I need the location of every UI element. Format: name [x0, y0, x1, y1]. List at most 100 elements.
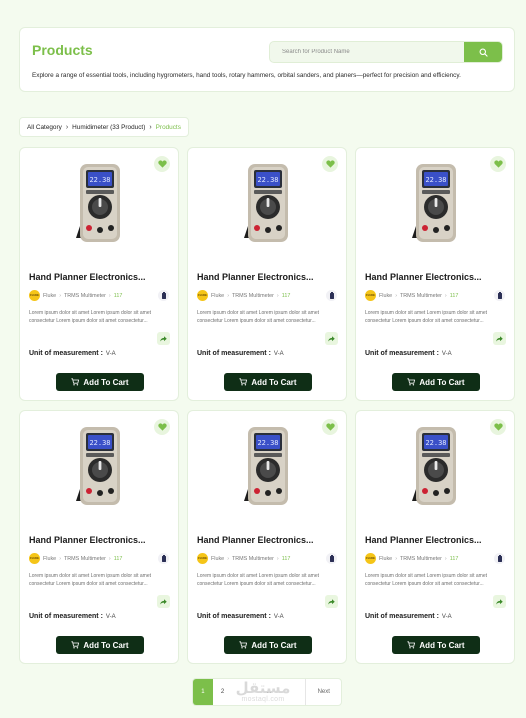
product-meta: FLUKE Fluke › TRMS Multimeter › 117 — [197, 553, 290, 564]
unit-of-measurement: Unit of measurement : V-A — [365, 613, 452, 620]
battery-icon — [494, 290, 505, 301]
favorite-button[interactable] — [322, 156, 338, 172]
breadcrumb-item-all-category[interactable]: All Category — [27, 124, 62, 131]
product-title[interactable]: Hand Planner Electronics... — [29, 272, 146, 282]
product-title[interactable]: Hand Planner Electronics... — [29, 535, 146, 545]
share-button[interactable] — [157, 595, 170, 608]
unit-of-measurement: Unit of measurement : V-A — [197, 613, 284, 620]
next-page-button[interactable]: Next — [305, 679, 341, 705]
product-meta: FLUKE Fluke › TRMS Multimeter › 117 — [29, 553, 122, 564]
product-brand: Fluke — [43, 292, 57, 299]
product-title[interactable]: Hand Planner Electronics... — [365, 535, 482, 545]
svg-text:22.38: 22.38 — [425, 176, 446, 184]
product-card[interactable]: 22.38 Hand Planner Electronics... FLUKE … — [355, 410, 515, 664]
favorite-button[interactable] — [322, 419, 338, 435]
add-to-cart-button[interactable]: Add To Cart — [224, 636, 312, 654]
fluke-logo: FLUKE — [365, 290, 376, 301]
svg-text:22.38: 22.38 — [89, 176, 110, 184]
uom-value: V-A — [273, 351, 284, 357]
product-title[interactable]: Hand Planner Electronics... — [197, 535, 314, 545]
uom-value: V-A — [441, 351, 452, 357]
share-button[interactable] — [157, 332, 170, 345]
add-to-cart-label: Add To Cart — [419, 377, 465, 387]
favorite-button[interactable] — [490, 156, 506, 172]
share-icon — [328, 598, 335, 604]
product-description: Lorem ipsum dolor sit amet Lorem ipsum d… — [29, 310, 151, 324]
fluke-logo: FLUKE — [197, 290, 208, 301]
breadcrumb: All Category › Humidimeter (33 Product) … — [19, 117, 189, 137]
chevron-right-icon: › — [149, 123, 152, 131]
share-button[interactable] — [493, 332, 506, 345]
share-button[interactable] — [325, 595, 338, 608]
chevron-right-icon: › — [227, 292, 229, 299]
favorite-button[interactable] — [154, 156, 170, 172]
product-card[interactable]: 22.38 Hand Planner Electronics... FLUKE … — [187, 147, 347, 401]
share-button[interactable] — [325, 332, 338, 345]
add-to-cart-button[interactable]: Add To Cart — [56, 373, 144, 391]
product-card[interactable]: 22.38 Hand Planner Electronics... FLUKE … — [355, 147, 515, 401]
cart-icon — [239, 641, 248, 649]
search-bar — [269, 41, 503, 63]
favorite-button[interactable] — [154, 419, 170, 435]
heart-icon — [157, 160, 167, 168]
favorite-button[interactable] — [490, 419, 506, 435]
product-title[interactable]: Hand Planner Electronics... — [365, 272, 482, 282]
chevron-right-icon: › — [59, 555, 61, 562]
product-brand: Fluke — [43, 555, 57, 562]
product-model: 117 — [449, 555, 459, 562]
page-2-button[interactable]: 2 — [213, 679, 233, 705]
fluke-logo: FLUKE — [197, 553, 208, 564]
uom-label: Unit of measurement : — [29, 350, 103, 357]
product-image[interactable]: 22.38 — [406, 425, 466, 507]
product-brand: Fluke — [211, 555, 225, 562]
add-to-cart-label: Add To Cart — [419, 640, 465, 650]
product-image[interactable]: 22.38 — [238, 425, 298, 507]
search-input[interactable] — [270, 42, 464, 62]
share-icon — [496, 335, 503, 341]
chevron-right-icon: › — [444, 555, 447, 562]
product-description: Lorem ipsum dolor sit amet Lorem ipsum d… — [197, 573, 319, 587]
svg-text:22.38: 22.38 — [257, 439, 278, 447]
product-image[interactable]: 22.38 — [406, 162, 466, 244]
product-description: Lorem ipsum dolor sit amet Lorem ipsum d… — [365, 310, 487, 324]
fluke-logo: FLUKE — [29, 553, 40, 564]
share-icon — [160, 598, 167, 604]
pagination: 1 2 ... Next — [192, 678, 342, 706]
share-icon — [328, 335, 335, 341]
battery-icon — [326, 290, 337, 301]
breadcrumb-item-humidimeter[interactable]: Humidimeter (33 Product) — [72, 124, 145, 131]
chevron-right-icon: › — [395, 555, 397, 562]
product-card[interactable]: 22.38 Hand Planner Electronics... FLUKE … — [19, 147, 179, 401]
product-category: TRMS Multimeter — [63, 292, 106, 299]
product-category: TRMS Multimeter — [399, 555, 442, 562]
heart-icon — [493, 160, 503, 168]
fluke-logo: FLUKE — [365, 553, 376, 564]
page-1-button[interactable]: 1 — [193, 679, 213, 705]
product-meta: FLUKE Fluke › TRMS Multimeter › 117 — [29, 290, 122, 301]
add-to-cart-button[interactable]: Add To Cart — [392, 636, 480, 654]
product-card[interactable]: 22.38 Hand Planner Electronics... FLUKE … — [187, 410, 347, 664]
product-description: Lorem ipsum dolor sit amet Lorem ipsum d… — [197, 310, 319, 324]
add-to-cart-button[interactable]: Add To Cart — [56, 636, 144, 654]
uom-label: Unit of measurement : — [365, 350, 439, 357]
add-to-cart-button[interactable]: Add To Cart — [392, 373, 480, 391]
product-card[interactable]: 22.38 Hand Planner Electronics... FLUKE … — [19, 410, 179, 664]
product-meta: FLUKE Fluke › TRMS Multimeter › 117 — [365, 290, 458, 301]
product-image[interactable]: 22.38 — [70, 425, 130, 507]
page-description: Explore a range of essential tools, incl… — [32, 72, 461, 79]
product-image[interactable]: 22.38 — [238, 162, 298, 244]
add-to-cart-button[interactable]: Add To Cart — [224, 373, 312, 391]
battery-icon — [158, 290, 169, 301]
page-header: Products Explore a range of essential to… — [19, 27, 515, 92]
uom-value: V-A — [105, 351, 116, 357]
heart-icon — [325, 160, 335, 168]
search-button[interactable] — [464, 42, 502, 62]
add-to-cart-label: Add To Cart — [251, 377, 297, 387]
chevron-right-icon: › — [276, 555, 279, 562]
product-title[interactable]: Hand Planner Electronics... — [197, 272, 314, 282]
product-meta: FLUKE Fluke › TRMS Multimeter › 117 — [197, 290, 290, 301]
share-button[interactable] — [493, 595, 506, 608]
svg-text:22.38: 22.38 — [257, 176, 278, 184]
product-image[interactable]: 22.38 — [70, 162, 130, 244]
product-category: TRMS Multimeter — [63, 555, 106, 562]
